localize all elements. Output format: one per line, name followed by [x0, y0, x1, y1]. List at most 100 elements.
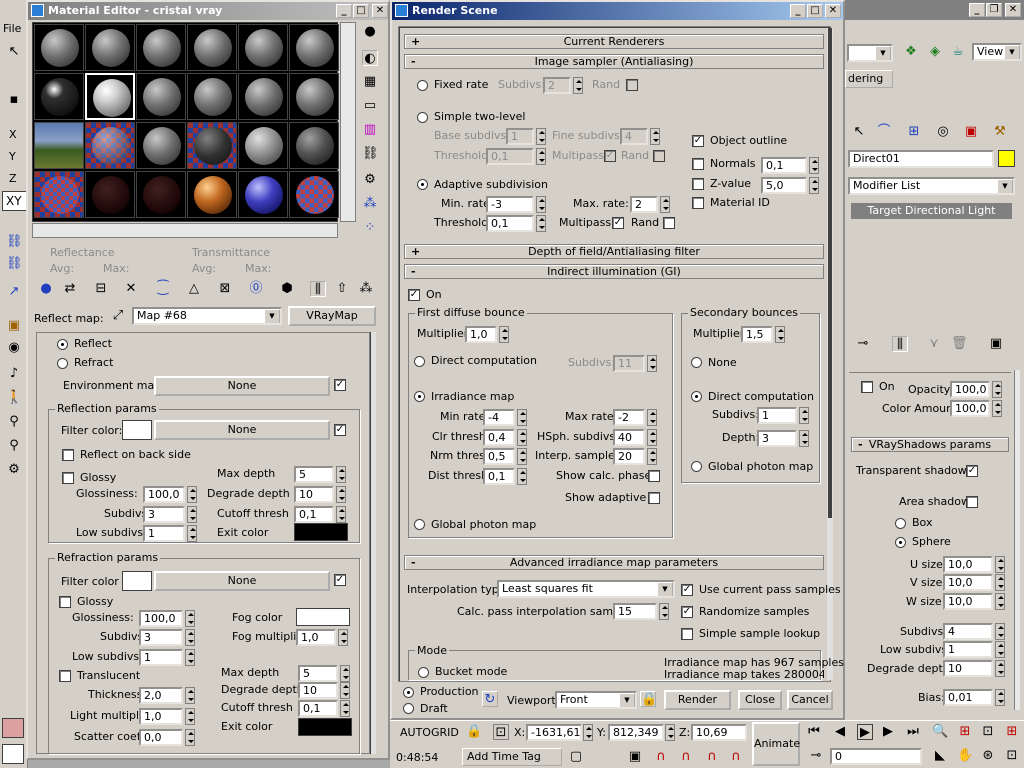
go-forward-sibling-icon[interactable]: ⁂ [358, 281, 374, 297]
threshold-arrows[interactable] [536, 215, 546, 232]
slot-6[interactable] [289, 24, 339, 71]
command-panel-scrollbar[interactable] [1014, 370, 1020, 710]
walk-icon[interactable]: 🚶 [6, 390, 22, 406]
refr-filter-checkbox[interactable]: ✓ [334, 574, 346, 586]
zoom-extents-icon[interactable]: ⊡ [980, 724, 996, 740]
prev-frame-icon[interactable]: ◀ [832, 724, 848, 740]
refr-cutoff-arrows[interactable] [340, 700, 350, 717]
biped-icon[interactable]: ⚲ [6, 414, 22, 430]
utilities-panel-icon[interactable]: ⚒ [992, 124, 1008, 140]
vsize-spinner[interactable]: 10,0 [943, 574, 993, 591]
put-to-scene-icon[interactable]: ⇄ [62, 281, 78, 297]
link-icon[interactable]: ⛓ [6, 234, 23, 250]
slot-3[interactable] [136, 24, 186, 71]
refr-degrade-arrows[interactable] [340, 682, 350, 699]
magnet-icon-1[interactable]: ∩ [653, 749, 669, 765]
refr-filter-map-button[interactable]: None [154, 571, 330, 591]
show-end-result-mat-icon[interactable]: ⫼ [310, 281, 326, 297]
viewport-lock-icon[interactable]: 🔒 [640, 691, 657, 707]
refl-filter-map-button[interactable]: None [154, 420, 330, 440]
move-icon[interactable]: ↗ [6, 284, 22, 300]
slot-18[interactable] [289, 122, 339, 169]
go-end-icon[interactable]: ⏭ [905, 724, 921, 740]
refl-glossy-checkbox[interactable] [62, 472, 74, 484]
zoom-extents-all-icon[interactable]: ⊞ [1004, 724, 1020, 740]
axis-x-label[interactable]: X [9, 128, 17, 141]
file-menu[interactable]: File [3, 22, 21, 35]
add-time-tag[interactable]: Add Time Tag [462, 748, 562, 766]
multiplier1-arrows[interactable] [499, 326, 509, 343]
slots-vscroll[interactable] [340, 22, 356, 222]
figure-icon[interactable]: ⚲ [6, 438, 22, 454]
adaptive-subdivision-radio[interactable] [417, 179, 428, 190]
normals-arrows[interactable] [809, 157, 819, 174]
gi-subdivs-spinner[interactable]: 11 [613, 355, 645, 372]
refr-exit-color-swatch[interactable] [298, 718, 352, 736]
global-photon-radio-1[interactable] [414, 519, 425, 530]
slot-16[interactable] [187, 122, 237, 169]
interp-arrows[interactable] [647, 448, 657, 465]
pin-stack-icon[interactable]: ⊸ [855, 336, 871, 352]
opacity-spinner[interactable]: 100,0 [950, 381, 990, 398]
modifier-stack-item[interactable]: Target Directional Light [851, 203, 1012, 219]
assign-to-selection-icon[interactable]: ⊟ [93, 281, 109, 297]
simple-two-level-radio[interactable] [417, 112, 428, 123]
zvalue-spinner[interactable]: 5,0 [761, 177, 807, 194]
base-subdivs-spinner[interactable]: 1 [506, 128, 534, 145]
show-adaptive-checkbox[interactable] [648, 492, 660, 504]
cancel-button[interactable]: Cancel [787, 690, 833, 710]
refl-cutoff-spinner[interactable]: 0,1 [294, 506, 334, 523]
sec-subdivs-arrows[interactable] [799, 407, 809, 424]
refr-glossiness-spinner[interactable]: 100,0 [139, 610, 183, 627]
refr-subdivs-spinner[interactable]: 3 [139, 629, 183, 646]
rendering-tab[interactable]: dering [845, 70, 893, 88]
shadow-subdivs-spin-arrows[interactable] [995, 623, 1005, 640]
configure-modifier-icon[interactable]: ▣ [988, 336, 1004, 352]
dof-header[interactable]: + Depth of field/Antialiasing filter [404, 244, 824, 259]
fixed-rate-radio[interactable] [417, 80, 428, 91]
refr-subdivs-arrows[interactable] [185, 629, 195, 646]
global-photon-radio-2[interactable] [691, 461, 702, 472]
gear-tool-icon[interactable]: ⚙ [6, 462, 22, 478]
make-preview-icon[interactable]: ⛓ [362, 146, 379, 162]
clr-thresh-spinner[interactable]: 0,4 [483, 429, 515, 446]
remove-modifier-icon[interactable]: 🗑 [951, 336, 968, 352]
autogrid-label[interactable]: AUTOGRID [400, 726, 459, 739]
hierarchy-panel-icon[interactable]: ⊞ [906, 124, 922, 140]
go-to-parent-icon[interactable]: ⇧ [334, 281, 350, 297]
irr-max-rate-arrows[interactable] [647, 409, 657, 426]
fixed-subdivs-arrows[interactable] [573, 77, 583, 94]
slot-7[interactable] [34, 73, 84, 120]
slot-15[interactable] [136, 122, 186, 169]
modifier-list[interactable]: Modifier List [848, 177, 1015, 195]
shadow-degrade-spin-arrows[interactable] [995, 660, 1005, 677]
image-sampler-header[interactable]: - Image sampler (Antialiasing) [404, 54, 824, 69]
render-button[interactable]: Render [664, 690, 731, 710]
sphere-tool-icon[interactable]: ◉ [6, 340, 22, 356]
opacity-spin-arrows[interactable] [992, 381, 1002, 398]
fixed-rand-checkbox[interactable] [626, 79, 638, 91]
me-maximize-button[interactable]: □ [353, 4, 369, 18]
viewport-combo[interactable]: Front [555, 691, 637, 709]
z-coord-field[interactable]: 10,69 [691, 724, 747, 741]
x-coord-arrows[interactable] [583, 724, 593, 741]
options-icon[interactable]: ⚙ [362, 172, 378, 188]
refr-low-subdivs-spinner[interactable]: 1 [139, 649, 183, 666]
slot-1[interactable] [34, 24, 84, 71]
direct-computation-radio-1[interactable] [414, 356, 425, 367]
shadow-low-subdivs-spinner[interactable]: 1 [943, 641, 993, 658]
refl-max-depth-spinner[interactable]: 5 [294, 466, 334, 483]
fog-mult-spinner[interactable]: 1,0 [296, 629, 336, 646]
bias-spin-arrows[interactable] [995, 689, 1005, 706]
use-current-checkbox[interactable]: ✓ [681, 584, 693, 596]
slot-2[interactable] [85, 24, 135, 71]
reset-map-icon[interactable]: ✕ [123, 281, 139, 297]
show-calc-checkbox[interactable] [648, 470, 660, 482]
view-combo[interactable]: View [972, 43, 1022, 61]
refr-glossiness-arrows[interactable] [185, 610, 195, 627]
make-unique-mat-icon[interactable]: △ [186, 281, 202, 297]
area-shadow-checkbox[interactable] [966, 496, 978, 508]
uv-tiling-icon[interactable]: ▭ [362, 98, 378, 114]
refl-subdivs-arrows[interactable] [187, 506, 197, 523]
zoom-all-icon[interactable]: ⊞ [957, 724, 973, 740]
